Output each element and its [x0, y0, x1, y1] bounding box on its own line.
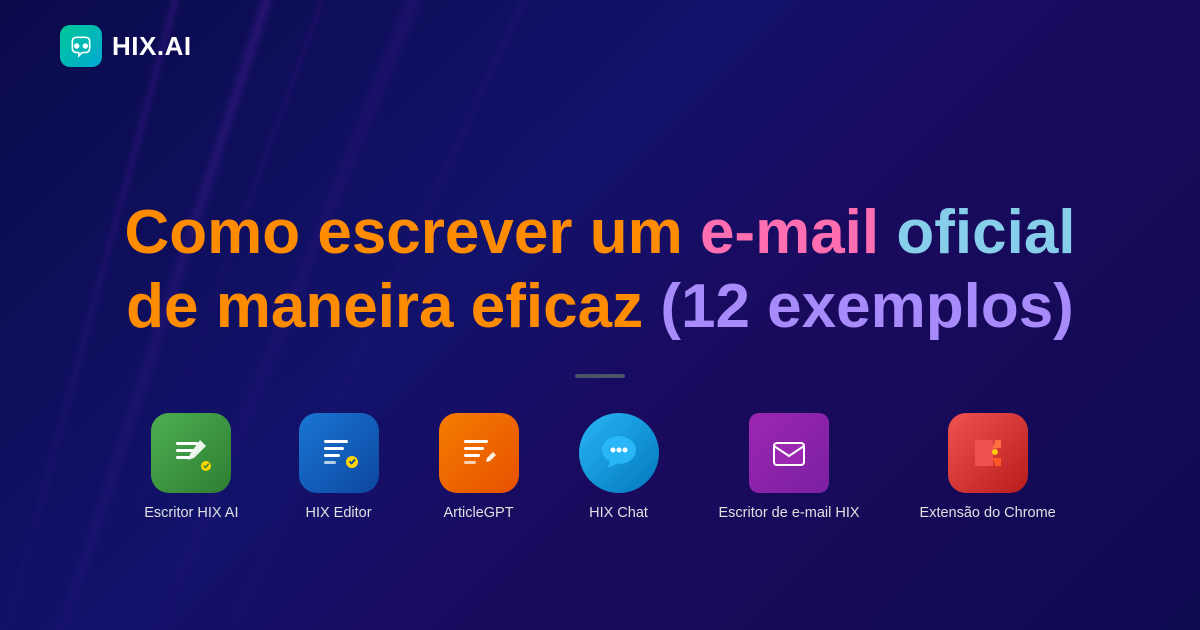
- escritor-icon: [151, 413, 231, 493]
- tool-label-escritor: Escritor HIX AI: [144, 505, 238, 521]
- logo-svg: [68, 33, 94, 59]
- tool-label-article: ArticleGPT: [443, 505, 513, 521]
- word-exemplos: (12 exemplos): [660, 272, 1074, 341]
- tool-label-chrome: Extensão do Chrome: [920, 505, 1056, 521]
- chrome-icon: [948, 413, 1028, 493]
- editor-svg: [316, 430, 362, 476]
- tool-articlegpt[interactable]: ArticleGPT: [439, 413, 519, 521]
- tool-hix-editor[interactable]: HIX Editor: [299, 413, 379, 521]
- logo-icon[interactable]: [60, 25, 102, 67]
- chat-svg: [596, 430, 642, 476]
- word-como: Como escrever um: [124, 198, 699, 267]
- tool-escritor-email[interactable]: Escritor de e-mail HIX: [719, 413, 860, 521]
- main-title: Como escrever um e-mail oficial de manei…: [124, 196, 1075, 345]
- email-svg: [766, 430, 812, 476]
- chrome-svg: [965, 430, 1011, 476]
- article-icon: [439, 413, 519, 493]
- tool-extensao-chrome[interactable]: Extensão do Chrome: [920, 413, 1056, 521]
- tool-label-editor: HIX Editor: [305, 505, 371, 521]
- tool-label-chat: HIX Chat: [589, 505, 648, 521]
- divider: [575, 374, 625, 378]
- word-eficaz: de maneira eficaz: [126, 272, 660, 341]
- escritor-svg: [168, 430, 214, 476]
- tool-escritor-hix-ai[interactable]: Escritor HIX AI: [144, 413, 238, 521]
- tools-section: Escritor HIX AI HIX Editor: [144, 413, 1056, 521]
- page-content: HIX.AI Como escrever um e-mail oficial d…: [0, 0, 1200, 630]
- word-email: e-mail: [700, 198, 879, 267]
- logo-text: HIX.AI: [112, 31, 192, 62]
- word-oficial: oficial: [879, 198, 1075, 267]
- article-svg: [456, 430, 502, 476]
- tool-label-email: Escritor de e-mail HIX: [719, 505, 860, 521]
- chat-icon: [579, 413, 659, 493]
- editor-icon: [299, 413, 379, 493]
- title-line2: de maneira eficaz (12 exemplos): [124, 270, 1075, 344]
- header: HIX.AI: [60, 25, 1140, 67]
- tool-hix-chat[interactable]: HIX Chat: [579, 413, 659, 521]
- title-line1: Como escrever um e-mail oficial: [124, 196, 1075, 270]
- email-icon: [749, 413, 829, 493]
- title-section: Como escrever um e-mail oficial de manei…: [60, 107, 1140, 600]
